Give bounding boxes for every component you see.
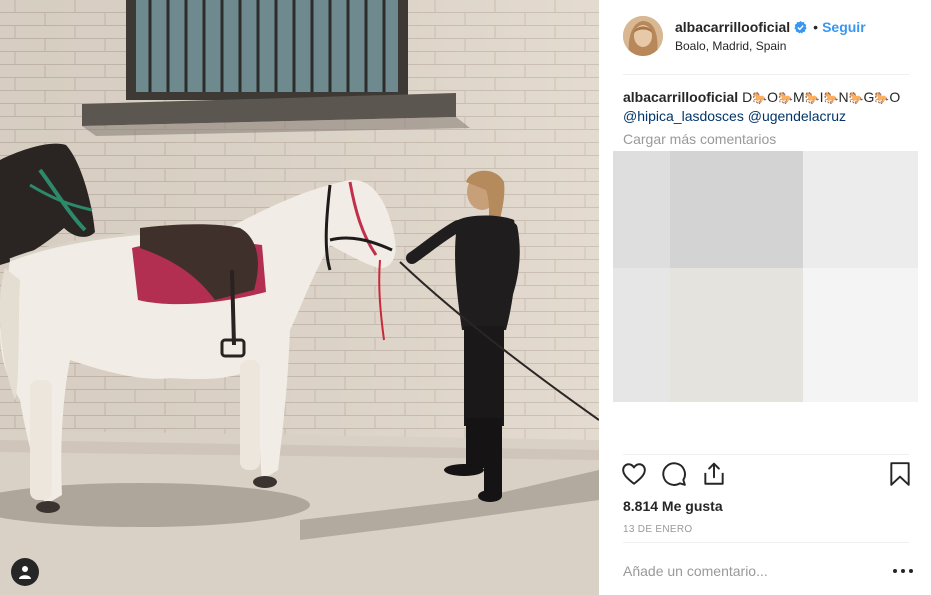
post-actions: [621, 461, 913, 491]
comment-icon: [662, 462, 686, 486]
post-header: albacarrillooficial • Seguir Boalo, Madr…: [623, 15, 909, 57]
placeholder-tile: [803, 151, 918, 268]
caption-letter: D: [742, 89, 753, 105]
header-divider: [623, 74, 909, 75]
placeholder-tile: [613, 151, 670, 268]
caption-text: D🐎O🐎M🐎I🐎N🐎G🐎O: [742, 89, 900, 105]
bookmark-icon: [890, 462, 910, 486]
caption-letter: N: [838, 89, 849, 105]
load-more-comments-link[interactable]: Cargar más comentarios: [623, 131, 776, 147]
follow-button[interactable]: Seguir: [822, 19, 866, 35]
placeholder-tile: [670, 268, 803, 402]
avatar-image: [623, 16, 663, 56]
like-button[interactable]: [621, 461, 649, 489]
caption-letter: O: [767, 89, 779, 105]
caption-username-link[interactable]: albacarrillooficial: [623, 89, 738, 105]
share-button[interactable]: [701, 461, 729, 489]
comment-button[interactable]: [661, 461, 689, 489]
heart-icon: [622, 463, 646, 485]
placeholder-tile: [613, 268, 670, 402]
share-icon: [704, 462, 724, 485]
more-options-button[interactable]: [893, 562, 913, 580]
placeholder-tile: [670, 151, 803, 268]
horse-photo-image: [0, 0, 599, 595]
post-caption: albacarrillooficial D🐎O🐎M🐎I🐎N🐎G🐎O @hipic…: [623, 88, 913, 125]
comment-divider: [623, 542, 909, 543]
dot-icon: [901, 569, 905, 573]
post-photo[interactable]: [0, 0, 599, 595]
person-icon: [19, 566, 31, 579]
horse-emoji: 🐎: [804, 91, 820, 105]
horse-emoji: 🐎: [848, 91, 864, 105]
comments-loading-placeholder: [613, 151, 918, 402]
header-separator: •: [813, 19, 819, 35]
save-button[interactable]: [887, 461, 915, 489]
horse-emoji: 🐎: [874, 91, 890, 105]
dot-icon: [893, 569, 897, 573]
placeholder-tile: [803, 268, 918, 402]
location-link[interactable]: Boalo, Madrid, Spain: [675, 39, 866, 53]
verified-badge-icon: [794, 20, 807, 34]
actions-divider: [623, 454, 909, 455]
horse-emoji: 🐎: [823, 91, 839, 105]
horse-emoji: 🐎: [778, 91, 793, 105]
avatar[interactable]: [623, 16, 663, 56]
caption-letter: O: [889, 89, 901, 105]
tagged-users-button[interactable]: [11, 558, 39, 586]
likes-count[interactable]: 8.814 Me gusta: [623, 498, 723, 514]
dot-icon: [909, 569, 913, 573]
comment-input[interactable]: [623, 563, 873, 579]
mention-link[interactable]: @ugendelacruz: [748, 108, 846, 124]
post-header-text: albacarrillooficial • Seguir Boalo, Madr…: [675, 19, 866, 53]
horse-emoji: 🐎: [752, 91, 768, 105]
post-date[interactable]: 13 DE ENERO: [623, 524, 692, 535]
comment-form: [623, 556, 913, 586]
caption-letter: G: [863, 89, 875, 105]
post-side-panel: albacarrillooficial • Seguir Boalo, Madr…: [599, 0, 931, 595]
post-header-line: albacarrillooficial • Seguir: [675, 19, 866, 35]
username-link[interactable]: albacarrillooficial: [675, 19, 790, 35]
mention-link[interactable]: @hipica_lasdosces: [623, 108, 744, 124]
caption-letter: M: [792, 89, 805, 105]
